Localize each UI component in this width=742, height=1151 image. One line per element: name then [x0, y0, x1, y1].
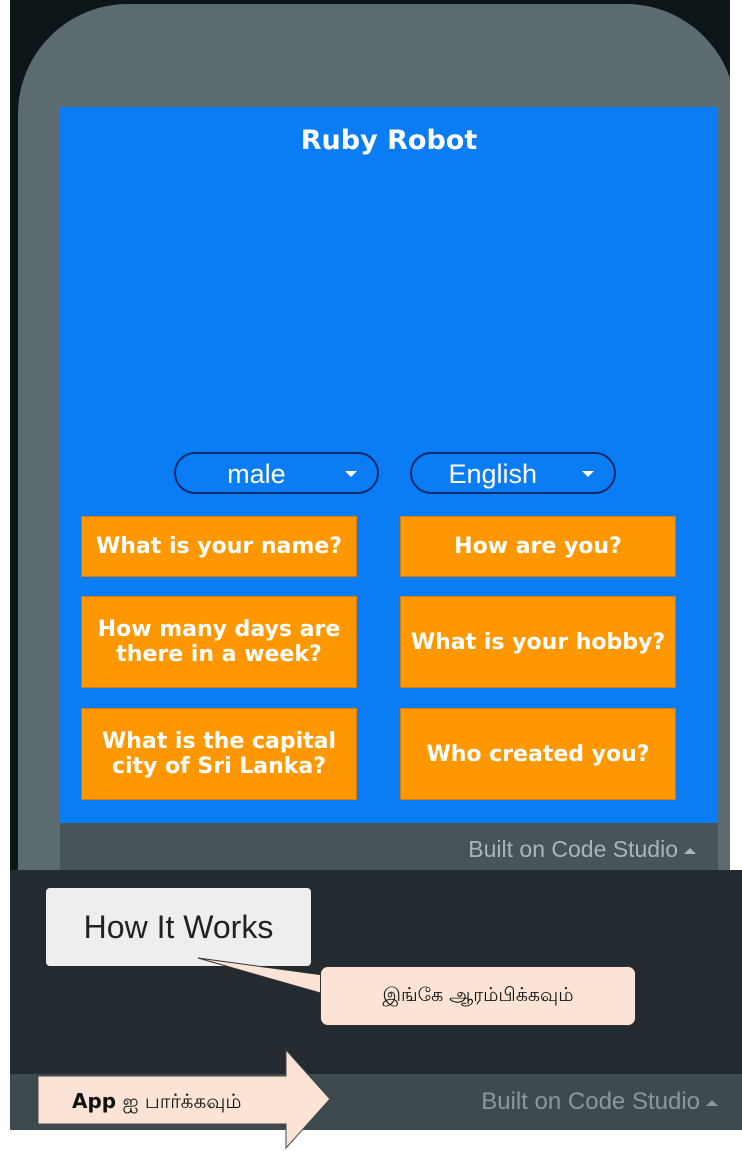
built-on-label: Built on Code Studio	[468, 836, 696, 863]
question-button-capital[interactable]: What is the capital city of Sri Lanka?	[81, 708, 357, 800]
question-button-hobby[interactable]: What is your hobby?	[400, 596, 676, 688]
question-button-days-in-week[interactable]: How many days are there in a week?	[81, 596, 357, 688]
callout-start-here: இங்கே ஆரம்பிக்கவும்	[320, 966, 636, 1026]
arrow-label: App ஐ பார்க்கவும்	[72, 1089, 242, 1116]
app-title: Ruby Robot	[300, 125, 478, 156]
page-root: Ruby Robot male English What is your nam…	[0, 0, 742, 1151]
language-dropdown[interactable]: English	[410, 452, 616, 494]
chevron-down-icon	[582, 471, 594, 477]
app-screen: Ruby Robot male English What is your nam…	[60, 107, 718, 823]
how-it-works-button[interactable]: How It Works	[46, 888, 311, 966]
chevron-down-icon	[345, 471, 357, 477]
caret-up-icon	[684, 847, 696, 854]
arrow-label-app: App	[72, 1089, 117, 1113]
question-button-creator[interactable]: Who created you?	[400, 708, 676, 800]
built-on-label-bottom: Built on Code Studio	[481, 1088, 718, 1116]
built-on-bar-top[interactable]: Built on Code Studio	[60, 823, 718, 870]
language-dropdown-value: English	[448, 459, 538, 489]
question-button-how-are-you[interactable]: How are you?	[400, 516, 676, 577]
question-button-name[interactable]: What is your name?	[81, 516, 357, 577]
phone-frame: Ruby Robot male English What is your nam…	[10, 0, 730, 870]
arrow-label-text: ஐ பார்க்கவும்	[116, 1089, 242, 1113]
caret-up-icon	[706, 1099, 718, 1106]
gender-dropdown-value: male	[227, 459, 286, 489]
gender-dropdown[interactable]: male	[174, 452, 379, 494]
